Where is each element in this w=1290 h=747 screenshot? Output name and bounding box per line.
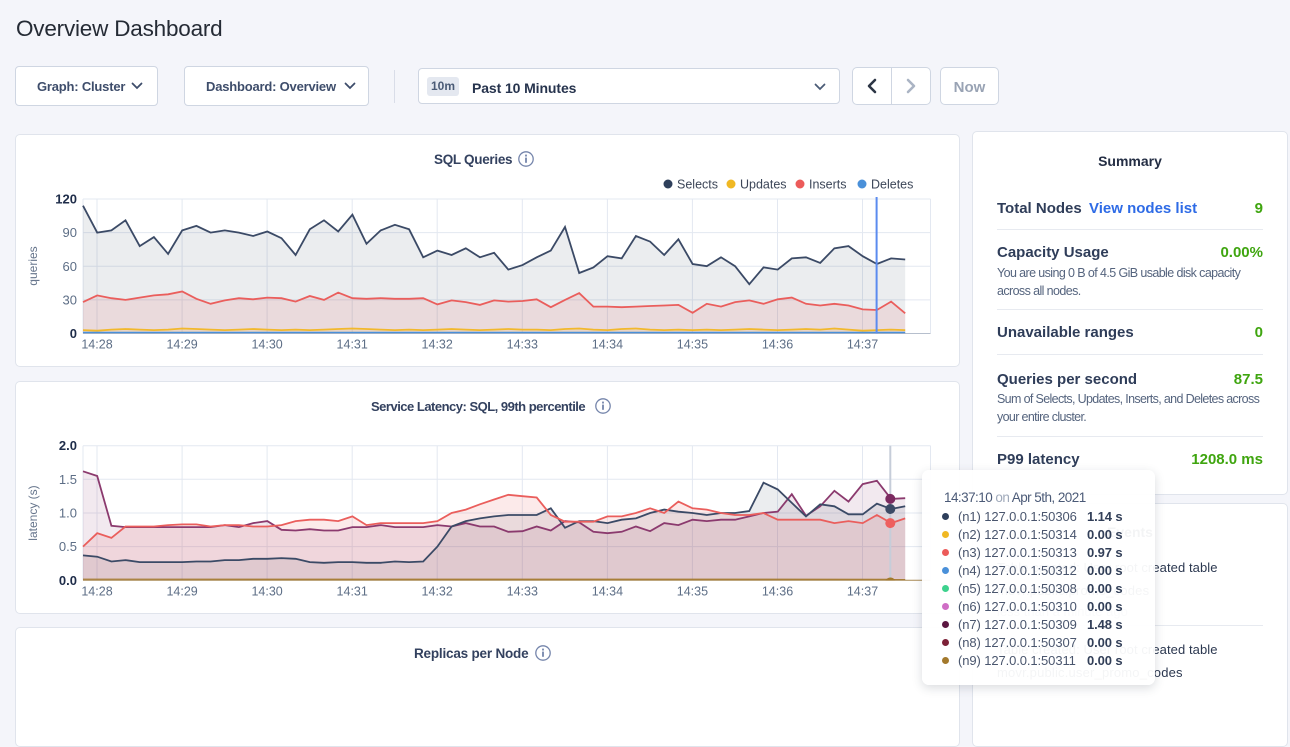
svg-text:0.0: 0.0 bbox=[59, 573, 77, 588]
svg-text:14:29: 14:29 bbox=[166, 338, 197, 352]
svg-text:1.5: 1.5 bbox=[59, 472, 77, 487]
svg-text:14:32: 14:32 bbox=[422, 338, 453, 352]
svg-text:latency (s): latency (s) bbox=[26, 485, 40, 540]
svg-text:14:32: 14:32 bbox=[422, 585, 453, 599]
svg-text:14:30: 14:30 bbox=[251, 338, 282, 352]
svg-text:Deletes: Deletes bbox=[871, 178, 913, 192]
svg-text:Inserts: Inserts bbox=[809, 178, 847, 192]
svg-text:14:31: 14:31 bbox=[337, 585, 368, 599]
svg-text:14:33: 14:33 bbox=[507, 338, 538, 352]
svg-text:queries: queries bbox=[26, 246, 40, 285]
svg-text:14:34: 14:34 bbox=[592, 585, 623, 599]
svg-text:14:28: 14:28 bbox=[81, 338, 112, 352]
svg-text:14:36: 14:36 bbox=[762, 585, 793, 599]
svg-text:0: 0 bbox=[70, 326, 77, 341]
svg-text:14:29: 14:29 bbox=[166, 585, 197, 599]
svg-text:14:36: 14:36 bbox=[762, 338, 793, 352]
svg-text:14:33: 14:33 bbox=[507, 585, 538, 599]
svg-text:14:37: 14:37 bbox=[847, 585, 878, 599]
svg-text:Updates: Updates bbox=[740, 178, 787, 192]
svg-text:90: 90 bbox=[63, 225, 77, 240]
svg-text:2.0: 2.0 bbox=[59, 438, 77, 453]
svg-text:14:35: 14:35 bbox=[677, 585, 708, 599]
svg-text:0.5: 0.5 bbox=[59, 539, 77, 554]
svg-text:1.0: 1.0 bbox=[59, 506, 77, 521]
svg-text:14:31: 14:31 bbox=[337, 338, 368, 352]
svg-text:120: 120 bbox=[55, 192, 77, 207]
svg-text:14:37: 14:37 bbox=[847, 338, 878, 352]
svg-text:30: 30 bbox=[63, 292, 77, 307]
svg-text:14:35: 14:35 bbox=[677, 338, 708, 352]
svg-text:14:34: 14:34 bbox=[592, 338, 623, 352]
svg-text:60: 60 bbox=[63, 259, 77, 274]
svg-text:14:30: 14:30 bbox=[251, 585, 282, 599]
svg-text:14:28: 14:28 bbox=[81, 585, 112, 599]
svg-text:Selects: Selects bbox=[677, 178, 718, 192]
